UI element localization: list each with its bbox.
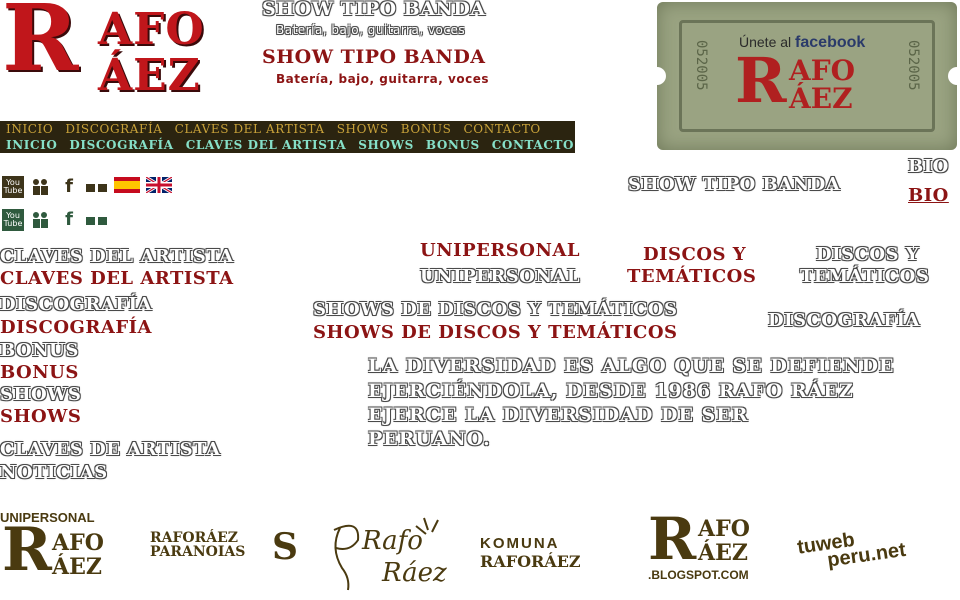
unipersonal-link-ghost[interactable]: UNIPERSONAL bbox=[420, 266, 580, 287]
nav-inicio-hover[interactable]: INICIO bbox=[6, 138, 57, 152]
main-nav-inactive: INICIO DISCOGRAFÍA CLAVES DEL ARTISTA SH… bbox=[0, 121, 575, 137]
shows-discos-tematicos-ghost[interactable]: SHOWS DE DISCOS Y TEMÁTICOS bbox=[313, 299, 678, 320]
nav-shows-hover[interactable]: SHOWS bbox=[358, 138, 414, 152]
ticket-notch-right bbox=[948, 67, 960, 85]
nav-discografia[interactable]: DISCOGRAFÍA bbox=[65, 122, 162, 136]
footer-unipersonal-logo[interactable]: UNIPERSONAL R AFO ÁEZ bbox=[0, 510, 122, 580]
facebook-brand: facebook bbox=[795, 34, 866, 51]
menu-claves[interactable]: CLAVES DEL ARTISTA bbox=[0, 268, 234, 289]
nav-discografia-hover[interactable]: DISCOGRAFÍA bbox=[69, 138, 173, 152]
signature-line-1: Rafo bbox=[362, 526, 423, 556]
blog-rafo-aez: ÁEZ bbox=[698, 540, 748, 566]
header-title[interactable]: SHOW TIPO BANDA bbox=[262, 46, 486, 68]
menu-shows[interactable]: SHOWS bbox=[0, 406, 81, 427]
discos-tematicos-ghost-line2[interactable]: TEMÁTICOS bbox=[800, 266, 929, 287]
discos-tematicos-ghost-line1[interactable]: DISCOS Y bbox=[816, 244, 919, 265]
facebook-icon-alt[interactable]: f bbox=[58, 209, 80, 231]
unipersonal-link[interactable]: UNIPERSONAL bbox=[420, 240, 580, 261]
myspace-small-icon-alt[interactable] bbox=[86, 211, 108, 230]
youtube-icon[interactable]: You Tube bbox=[2, 176, 24, 198]
nav-contacto-hover[interactable]: CONTACTO bbox=[492, 138, 574, 152]
bio-link-ghost[interactable]: BIO bbox=[908, 156, 949, 177]
bio-link[interactable]: BIO bbox=[908, 185, 949, 206]
footer-paranoias-s: S bbox=[272, 526, 298, 568]
intro-line-4: PERUANO. bbox=[368, 428, 491, 450]
footer-rafo-r: R bbox=[2, 515, 52, 585]
menu-claves-de-artista[interactable]: CLAVES DE ARTISTA bbox=[0, 439, 220, 460]
ticket-serial-right: 052005 bbox=[905, 40, 921, 91]
facebook-ticket-banner[interactable]: 052005 052005 Únete al facebook R AFO ÁE… bbox=[648, 2, 960, 150]
ticket-notch-left bbox=[648, 67, 666, 85]
main-nav-hover: INICIO DISCOGRAFÍA CLAVES DEL ARTISTA SH… bbox=[0, 137, 575, 153]
social-icons-row-2: You Tube f bbox=[2, 209, 108, 231]
logo-afo: AFO bbox=[98, 4, 205, 55]
menu-bonus[interactable]: BONUS bbox=[0, 362, 79, 383]
ticket-serial-left: 052005 bbox=[693, 40, 709, 91]
footer-komuna-logo[interactable]: KOMUNA RAFORÁEZ bbox=[480, 535, 615, 571]
menu-shows-ghost[interactable]: SHOWS bbox=[0, 384, 81, 405]
logo-aez: ÁEZ bbox=[98, 50, 201, 101]
nav-shows[interactable]: SHOWS bbox=[337, 122, 389, 136]
social-icons-row-1: You Tube f bbox=[2, 175, 173, 198]
spain-flag-icon[interactable] bbox=[114, 177, 140, 197]
footer-tuwebperu-logo[interactable]: tuweb peru.net bbox=[796, 519, 925, 576]
uk-flag-icon[interactable] bbox=[145, 175, 173, 197]
header-sub-ghost: Batería, bajo, guitarra, voces bbox=[276, 23, 466, 37]
blogspot-text: .BLOGSPOT.COM bbox=[648, 568, 749, 582]
footer-paranoias-logo[interactable]: RAFORÁEZ PARANOIAS S bbox=[150, 526, 298, 571]
nav-claves[interactable]: CLAVES DEL ARTISTA bbox=[175, 122, 325, 136]
signature-line-2: Ráez bbox=[382, 558, 447, 588]
blog-rafo-r: R bbox=[648, 505, 697, 573]
komuna-line-2: RAFORÁEZ bbox=[480, 552, 581, 571]
intro-line-2: EJERCIÉNDOLA, DESDE 1986 RAFO RÁEZ bbox=[368, 380, 854, 402]
facebook-icon[interactable]: f bbox=[58, 176, 80, 198]
show-tipo-banda-link[interactable]: SHOW TIPO BANDA bbox=[628, 174, 840, 195]
myspace-icon-alt[interactable] bbox=[30, 209, 52, 231]
nav-bonus[interactable]: BONUS bbox=[401, 122, 452, 136]
ticket-logo-aez: ÁEZ bbox=[789, 82, 853, 115]
logo-r: R bbox=[2, 0, 79, 92]
komuna-line-1: KOMUNA bbox=[480, 535, 560, 552]
myspace-small-icon[interactable] bbox=[86, 178, 108, 197]
myspace-icon[interactable] bbox=[30, 176, 52, 198]
discografia-ghost-right[interactable]: DISCOGRAFÍA bbox=[768, 310, 920, 331]
discos-tematicos-line1[interactable]: DISCOS Y bbox=[643, 244, 746, 265]
site-logo[interactable]: R AFO ÁEZ bbox=[0, 0, 232, 102]
menu-noticias[interactable]: NOTICIAS bbox=[0, 462, 108, 483]
footer-rafo-aez: ÁEZ bbox=[52, 554, 102, 580]
discos-tematicos-line2[interactable]: TEMÁTICOS bbox=[627, 266, 756, 287]
youtube-icon-alt[interactable]: You Tube bbox=[2, 209, 24, 231]
ticket-logo-r: R bbox=[735, 44, 787, 117]
nav-inicio[interactable]: INICIO bbox=[6, 122, 53, 136]
shows-discos-tematicos[interactable]: SHOWS DE DISCOS Y TEMÁTICOS bbox=[313, 322, 678, 343]
menu-bonus-ghost[interactable]: BONUS bbox=[0, 340, 79, 361]
menu-discografia[interactable]: DISCOGRAFÍA bbox=[0, 317, 152, 338]
intro-line-1: LA DIVERSIDAD ES ALGO QUE SE DEFIENDE bbox=[368, 355, 895, 377]
nav-bonus-hover[interactable]: BONUS bbox=[426, 138, 480, 152]
footer-rafo-afo: AFO bbox=[52, 530, 104, 556]
intro-line-3: EJERCE LA DIVERSIDAD DE SER bbox=[368, 404, 749, 426]
nav-claves-hover[interactable]: CLAVES DEL ARTISTA bbox=[186, 138, 347, 152]
menu-claves-ghost[interactable]: CLAVES DEL ARTISTA bbox=[0, 246, 234, 267]
blog-rafo-afo: AFO bbox=[698, 516, 750, 542]
nav-contacto[interactable]: CONTACTO bbox=[464, 122, 541, 136]
footer-blogspot-logo[interactable]: R AFO ÁEZ .BLOGSPOT.COM bbox=[646, 510, 776, 584]
header-sub: Batería, bajo, guitarra, voces bbox=[276, 72, 489, 86]
footer-signature-logo[interactable]: Rafo Ráez bbox=[320, 508, 460, 598]
menu-discografia-ghost[interactable]: DISCOGRAFÍA bbox=[0, 294, 152, 315]
header-title-ghost[interactable]: SHOW TIPO BANDA bbox=[262, 0, 486, 20]
